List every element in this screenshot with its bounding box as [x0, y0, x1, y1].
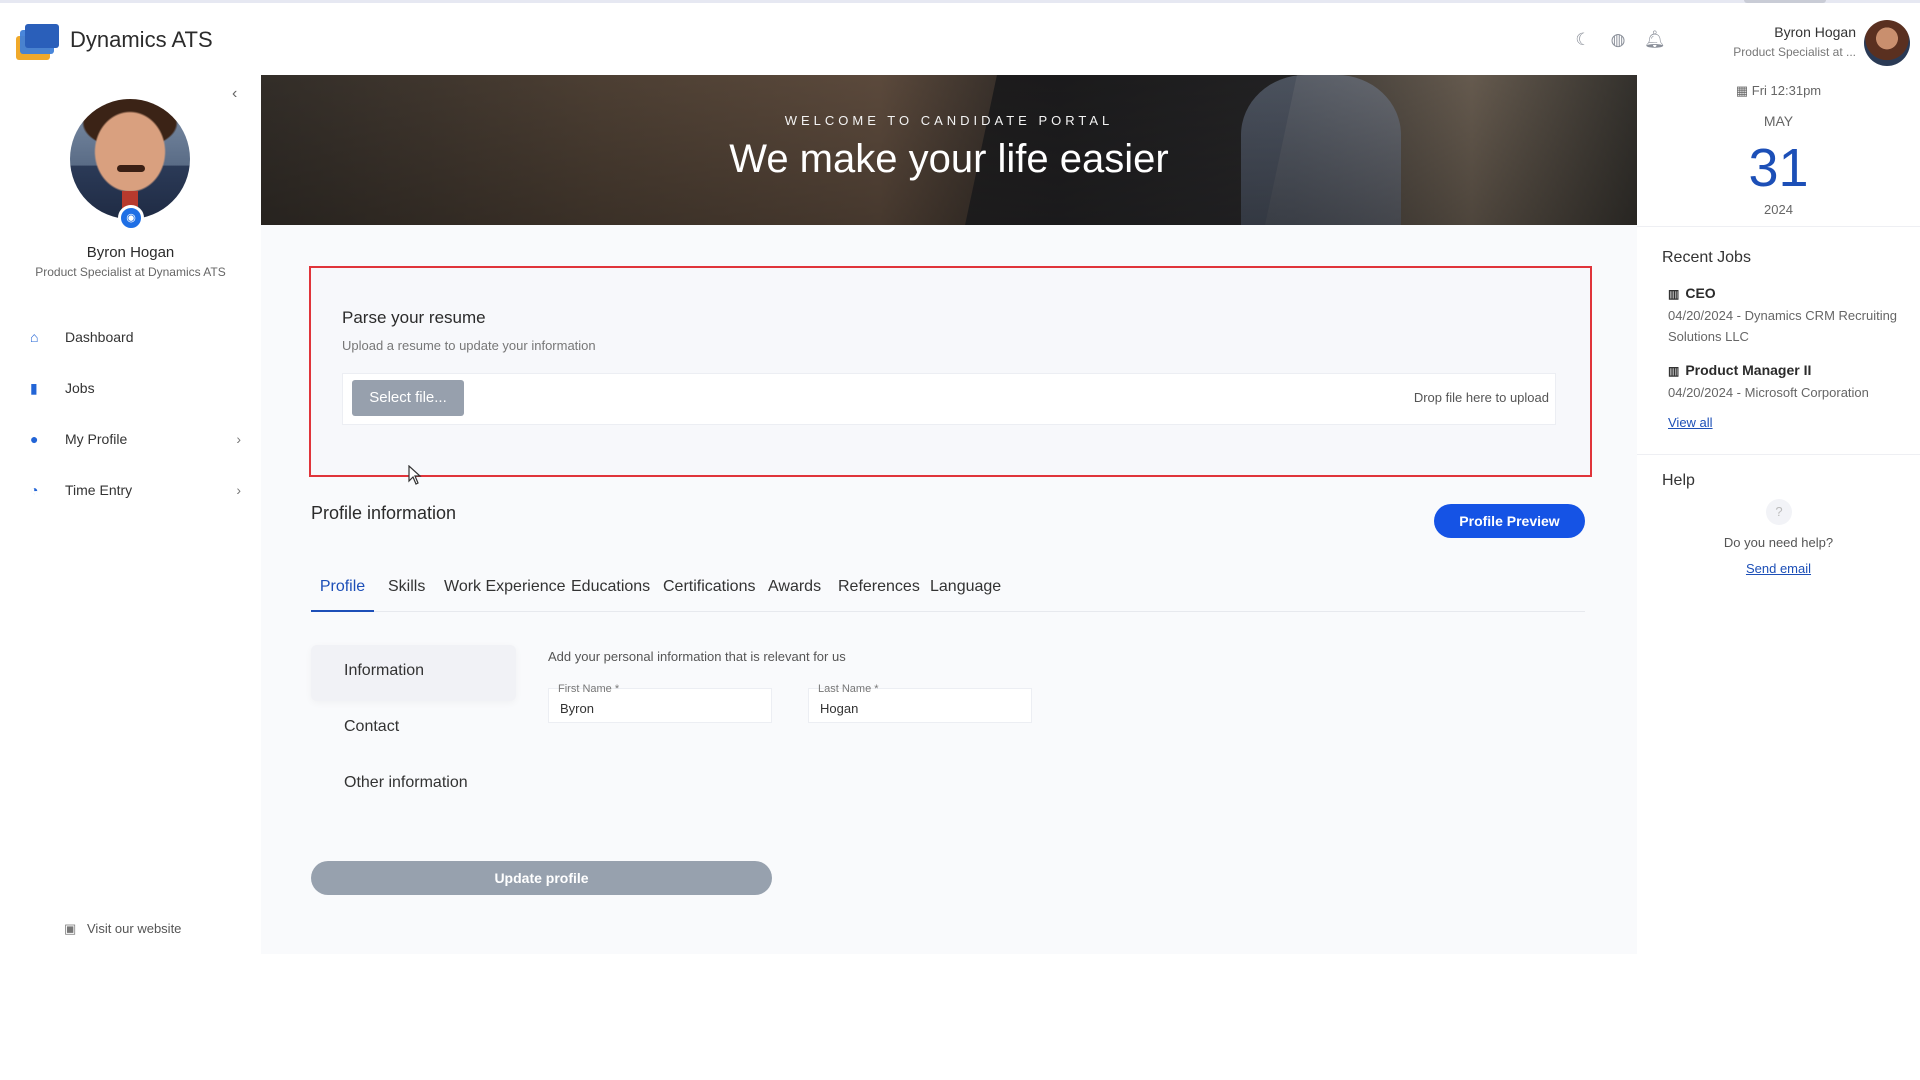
sidebar-item-time-entry[interactable]: ◔ Time Entry ›: [0, 465, 261, 516]
sidebar-nav: ⌂ Dashboard ▮ Jobs ● My Profile › ◔ Time…: [0, 312, 261, 516]
parse-resume-subtitle: Upload a resume to update your informati…: [342, 338, 596, 353]
tab-work-experience[interactable]: Work Experience: [444, 572, 566, 612]
first-name-label: First Name *: [558, 683, 620, 695]
last-name-label: Last Name *: [818, 683, 879, 695]
recent-job-item[interactable]: ▥ CEO 04/20/2024 - Dynamics CRM Recruitin…: [1668, 285, 1913, 347]
date-time-label: Fri 12:31pm: [1751, 83, 1822, 98]
tab-language[interactable]: Language: [930, 572, 1001, 612]
visit-website-label: Visit our website: [87, 921, 182, 936]
drop-file-hint: Drop file here to upload: [1413, 390, 1549, 405]
tab-profile[interactable]: Profile: [311, 572, 374, 612]
sidebar-item-label: Jobs: [65, 380, 95, 396]
moon-icon[interactable]: ☾: [1573, 30, 1593, 50]
hero-kicker: WELCOME TO CANDIDATE PORTAL: [784, 113, 1114, 128]
first-name-field[interactable]: First Name * Byron: [548, 683, 772, 723]
monitor-icon: ▣: [64, 921, 77, 936]
subnav-contact[interactable]: Contact: [311, 701, 516, 757]
building-icon: ▥: [1668, 287, 1680, 301]
job-meta: 04/20/2024 - Dynamics CRM Recruiting Sol…: [1668, 308, 1898, 344]
calendar-month: MAY: [1763, 113, 1794, 129]
app-title: Dynamics ATS: [70, 27, 213, 52]
last-name-field[interactable]: Last Name * Hogan: [808, 683, 1032, 723]
chevron-right-icon: ›: [236, 431, 241, 447]
app-header: Dynamics ATS ☾ ◍ 🔔︎ Byron Hogan Product …: [0, 0, 1920, 75]
profile-avatar: [70, 99, 190, 219]
right-panel: ▦ Fri 12:31pm MAY 31 2024 Recent Jobs ▥ C…: [1637, 75, 1920, 955]
job-title-label: CEO: [1685, 285, 1716, 301]
help-title: Help: [1662, 472, 1695, 489]
profile-subnav: Information Contact Other information: [311, 645, 516, 813]
help-text: Do you need help?: [1723, 535, 1834, 550]
subnav-other-information[interactable]: Other information: [311, 757, 516, 813]
user-icon: ●: [30, 431, 39, 447]
select-file-button[interactable]: Select file...: [352, 380, 464, 416]
last-name-value[interactable]: Hogan: [820, 701, 858, 716]
hero-banner: WELCOME TO CANDIDATE PORTAL We make your…: [261, 75, 1637, 225]
sidebar-user-name: Byron Hogan: [86, 244, 175, 261]
briefcase-icon: ▮: [30, 380, 38, 396]
subnav-information[interactable]: Information: [311, 645, 516, 701]
sidebar-user-role: Product Specialist at Dynamics ATS: [35, 265, 226, 279]
form-subtitle: Add your personal information that is re…: [548, 649, 846, 664]
tab-skills[interactable]: Skills: [388, 572, 425, 612]
sidebar-item-label: Time Entry: [65, 482, 133, 498]
first-name-value[interactable]: Byron: [560, 701, 594, 716]
parse-resume-title: Parse your resume: [342, 308, 486, 327]
main-content: Parse your resume Upload a resume to upd…: [261, 225, 1637, 954]
avatar-mustache: [117, 165, 145, 172]
tab-educations[interactable]: Educations: [571, 572, 650, 612]
building-icon: ▥: [1668, 364, 1680, 378]
recent-jobs-title: Recent Jobs: [1662, 249, 1751, 266]
job-meta: 04/20/2024 - Microsoft Corporation: [1668, 385, 1869, 400]
recent-job-item[interactable]: ▥ Product Manager II 04/20/2024 - Microso…: [1668, 362, 1913, 403]
globe-icon[interactable]: ◍: [1608, 30, 1628, 50]
chevron-right-icon: ›: [236, 482, 241, 498]
calendar-day: 31: [1748, 138, 1809, 198]
job-title[interactable]: ▥ Product Manager II: [1668, 362, 1913, 378]
sidebar-item-dashboard[interactable]: ⌂ Dashboard: [0, 312, 261, 363]
calendar-year: 2024: [1764, 202, 1793, 217]
logo-layer-dark-blue: [25, 24, 59, 48]
sidebar-item-label: My Profile: [65, 431, 128, 447]
camera-icon[interactable]: ◉: [118, 205, 144, 231]
header-user-role: Product Specialist at ...: [1733, 45, 1856, 59]
view-all-link[interactable]: View all: [1668, 415, 1713, 430]
job-title-label: Product Manager II: [1685, 362, 1812, 378]
tab-awards[interactable]: Awards: [768, 572, 821, 612]
divider: [1637, 226, 1920, 227]
sidebar-collapse-chevron-left-icon[interactable]: ‹: [232, 85, 237, 103]
parse-resume-panel: Parse your resume Upload a resume to upd…: [309, 266, 1592, 477]
header-user-name[interactable]: Byron Hogan: [1774, 24, 1856, 40]
home-icon: ⌂: [30, 329, 39, 345]
divider: [1637, 454, 1920, 455]
send-email-link[interactable]: Send email: [1637, 561, 1920, 576]
sidebar-item-jobs[interactable]: ▮ Jobs: [0, 363, 261, 414]
calendar-icon: ▦: [1735, 83, 1752, 98]
app-logo[interactable]: [16, 24, 60, 62]
tab-certifications[interactable]: Certifications: [663, 572, 755, 612]
date-time: ▦ Fri 12:31pm: [1637, 83, 1920, 99]
profile-preview-button[interactable]: Profile Preview: [1434, 504, 1585, 538]
profile-tabs: Profile Skills Work Experience Education…: [311, 572, 1585, 612]
sidebar-item-my-profile[interactable]: ● My Profile ›: [0, 414, 261, 465]
hero-title: We make your life easier: [729, 137, 1169, 181]
sidebar-item-label: Dashboard: [65, 329, 134, 345]
update-profile-button[interactable]: Update profile: [311, 861, 772, 895]
visit-website-link[interactable]: ▣ Visit our website: [64, 921, 181, 937]
tab-references[interactable]: References: [838, 572, 920, 612]
header-avatar[interactable]: [1864, 20, 1910, 66]
profile-information-title: Profile information: [311, 503, 457, 523]
file-upload-dropzone[interactable]: Select file... Drop file here to upload: [342, 373, 1556, 425]
sidebar: ‹ ◉ Byron Hogan Product Specialist at Dy…: [0, 75, 261, 955]
job-title[interactable]: ▥ CEO: [1668, 285, 1913, 301]
question-icon: ?: [1766, 499, 1792, 525]
bell-icon[interactable]: 🔔︎: [1644, 30, 1666, 50]
clock-icon: ◔: [30, 482, 39, 498]
